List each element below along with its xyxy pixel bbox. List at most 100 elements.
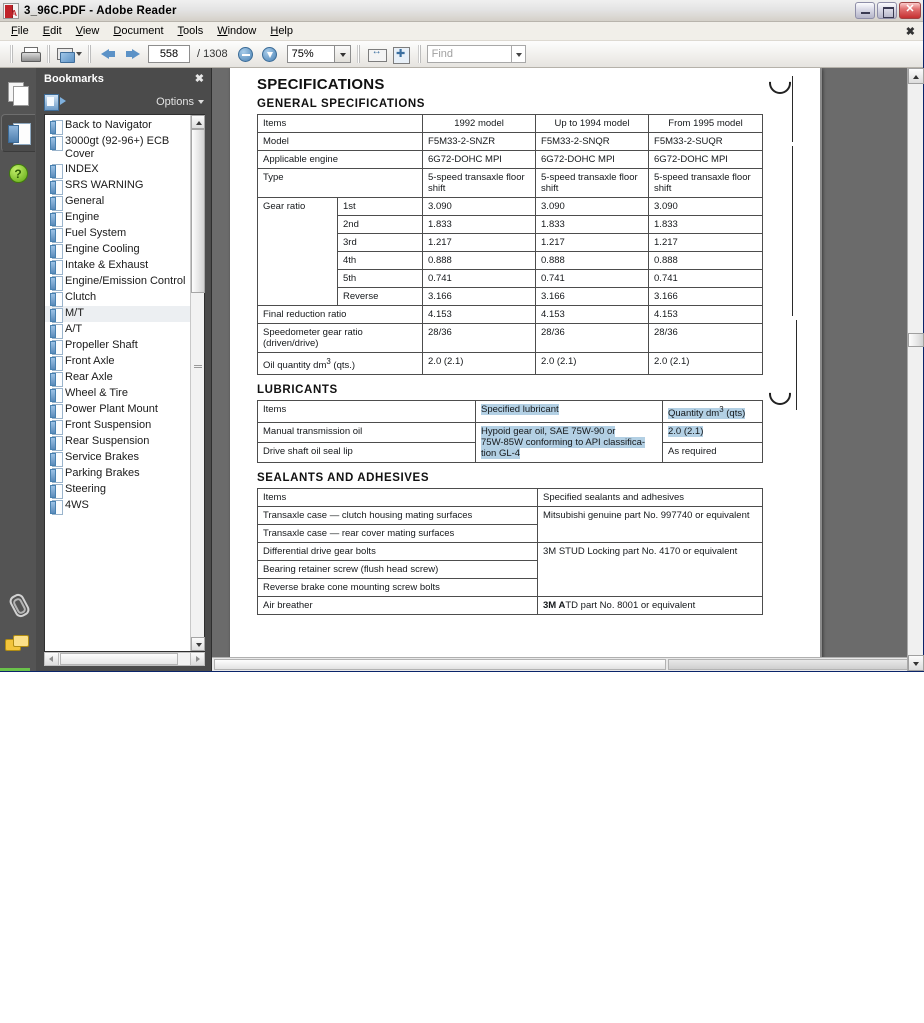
cell-value: 3.166	[535, 287, 650, 306]
document-scroll-up-icon[interactable]	[908, 68, 924, 84]
gear-label: 4th	[336, 251, 424, 270]
scroll-right-icon[interactable]	[190, 653, 204, 665]
zoom-level-input[interactable]: 75%	[286, 45, 335, 63]
bookmark-item[interactable]: Rear Suspension	[45, 434, 190, 451]
find-dropdown-button[interactable]	[511, 45, 526, 63]
bookmark-item[interactable]: Clutch	[45, 290, 190, 307]
close-document-button[interactable]: ✖	[906, 25, 915, 38]
bookmark-item[interactable]: M/T	[45, 306, 190, 323]
bookmark-item[interactable]: Front Suspension	[45, 418, 190, 435]
column-header: Items	[257, 400, 476, 424]
bookmark-item[interactable]: Fuel System	[45, 226, 190, 243]
menu-help[interactable]: Help	[263, 23, 300, 39]
bookmark-item[interactable]: Steering	[45, 482, 190, 499]
cell-value: 0.741	[535, 269, 650, 288]
document-hscroll-track[interactable]	[668, 659, 924, 670]
zoom-in-button[interactable]	[259, 43, 281, 65]
close-bookmarks-icon[interactable]: ✖	[195, 72, 204, 85]
bookmark-item[interactable]: INDEX	[45, 162, 190, 179]
page-scroll-area[interactable]: SPECIFICATIONS GENERAL SPECIFICATIONS It…	[212, 68, 907, 657]
bookmark-item[interactable]: Engine	[45, 210, 190, 227]
bookmark-item[interactable]: Front Axle	[45, 354, 190, 371]
row-label: Type	[256, 168, 424, 198]
bookmark-item[interactable]: Intake & Exhaust	[45, 258, 190, 275]
scroll-left-icon[interactable]	[45, 653, 59, 665]
bookmark-item[interactable]: Engine/Emission Control	[45, 274, 190, 291]
fit-width-button[interactable]	[366, 43, 388, 65]
bookmark-item[interactable]: Propeller Shaft	[45, 338, 190, 355]
toolbar-grip-2[interactable]	[47, 45, 50, 63]
cell-value: 0.888	[535, 251, 650, 270]
email-button[interactable]	[56, 43, 82, 65]
document-vscroll-thumb[interactable]	[908, 333, 924, 347]
fit-page-button[interactable]	[390, 43, 412, 65]
menu-tools[interactable]: Tools	[171, 23, 211, 39]
bookmarks-scroll-grip	[191, 360, 205, 374]
menu-view[interactable]: View	[69, 23, 107, 39]
bookmark-item[interactable]: A/T	[45, 322, 190, 339]
bookmark-item[interactable]: Back to Navigator	[45, 118, 190, 135]
page-number-input[interactable]: 558	[148, 45, 190, 63]
sidebar-item-comments[interactable]	[0, 625, 34, 663]
minimize-button[interactable]	[855, 2, 875, 19]
bookmark-item[interactable]: 3000gt (92-96+) ECB Cover	[45, 134, 190, 162]
find-input[interactable]: Find	[426, 45, 512, 63]
toolbar-grip-3[interactable]	[88, 45, 91, 63]
previous-page-button[interactable]	[97, 43, 119, 65]
toolbar-grip-4[interactable]	[356, 45, 360, 63]
bookmark-page-icon	[50, 244, 63, 259]
new-bookmark-button[interactable]	[44, 94, 66, 110]
cell-value: 0.888	[648, 251, 764, 270]
bookmark-page-icon	[50, 420, 63, 435]
scan-binding-line-2	[792, 146, 793, 316]
sidebar-item-bookmarks[interactable]	[1, 114, 35, 152]
bookmarks-scroll-thumb[interactable]	[191, 129, 205, 293]
document-horizontal-scrollbar[interactable]	[212, 657, 924, 671]
bookmark-item[interactable]: Engine Cooling	[45, 242, 190, 259]
bookmarks-horizontal-scrollbar[interactable]	[44, 652, 205, 666]
menu-window[interactable]: Window	[210, 23, 263, 39]
bookmark-item[interactable]: General	[45, 194, 190, 211]
bookmark-item[interactable]: Parking Brakes	[45, 466, 190, 483]
table-row: Gear ratio 1st 3.090 3.090 3.090	[257, 197, 764, 306]
scroll-up-icon[interactable]	[191, 115, 205, 129]
sidebar-item-help[interactable]	[1, 154, 35, 192]
toolbar-grip[interactable]	[10, 45, 13, 63]
fit-page-icon	[392, 46, 411, 64]
document-vertical-scrollbar[interactable]	[907, 68, 924, 671]
bookmark-label: Engine	[65, 211, 100, 223]
document-hscroll-thumb[interactable]	[214, 659, 666, 670]
print-button[interactable]	[19, 43, 41, 65]
bookmarks-panel: Bookmarks ✖ Options Back to Navigator 300…	[36, 68, 212, 671]
document-scroll-down-icon[interactable]	[908, 655, 924, 671]
close-button[interactable]	[899, 2, 921, 19]
zoom-out-button[interactable]	[235, 43, 257, 65]
bookmark-item[interactable]: Wheel & Tire	[45, 386, 190, 403]
bookmarks-list[interactable]: Back to Navigator 3000gt (92-96+) ECB Cov…	[45, 115, 190, 651]
bookmark-item[interactable]: SRS WARNING	[45, 178, 190, 195]
zoom-dropdown-button[interactable]	[334, 45, 351, 63]
sidebar-item-attachments[interactable]	[0, 585, 34, 623]
scroll-down-icon[interactable]	[191, 637, 205, 651]
bookmarks-options-button[interactable]: Options	[156, 96, 204, 108]
menu-document[interactable]: Document	[106, 23, 170, 39]
sidebar-item-pages[interactable]	[1, 74, 35, 112]
next-page-button[interactable]	[121, 43, 143, 65]
restore-button[interactable]	[877, 2, 897, 19]
bookmark-item[interactable]: Power Plant Mount	[45, 402, 190, 419]
bookmark-page-icon	[50, 372, 63, 387]
bookmarks-vertical-scrollbar[interactable]	[190, 115, 205, 651]
bookmarks-hscroll-thumb[interactable]	[60, 653, 178, 665]
toolbar-grip-5[interactable]	[417, 45, 421, 63]
menu-bar: File Edit View Document Tools Window Hel…	[0, 22, 923, 41]
page-edge-shadow	[820, 68, 822, 657]
bookmark-item[interactable]: Service Brakes	[45, 450, 190, 467]
rail-bottom-group	[0, 585, 36, 665]
bookmark-item[interactable]: Rear Axle	[45, 370, 190, 387]
bookmark-item[interactable]: 4WS	[45, 498, 190, 515]
menu-edit[interactable]: Edit	[36, 23, 69, 39]
bookmark-label: SRS WARNING	[65, 179, 144, 191]
gear-label: Reverse	[336, 287, 424, 306]
bookmark-label: Parking Brakes	[65, 467, 140, 479]
menu-file[interactable]: File	[4, 23, 36, 39]
